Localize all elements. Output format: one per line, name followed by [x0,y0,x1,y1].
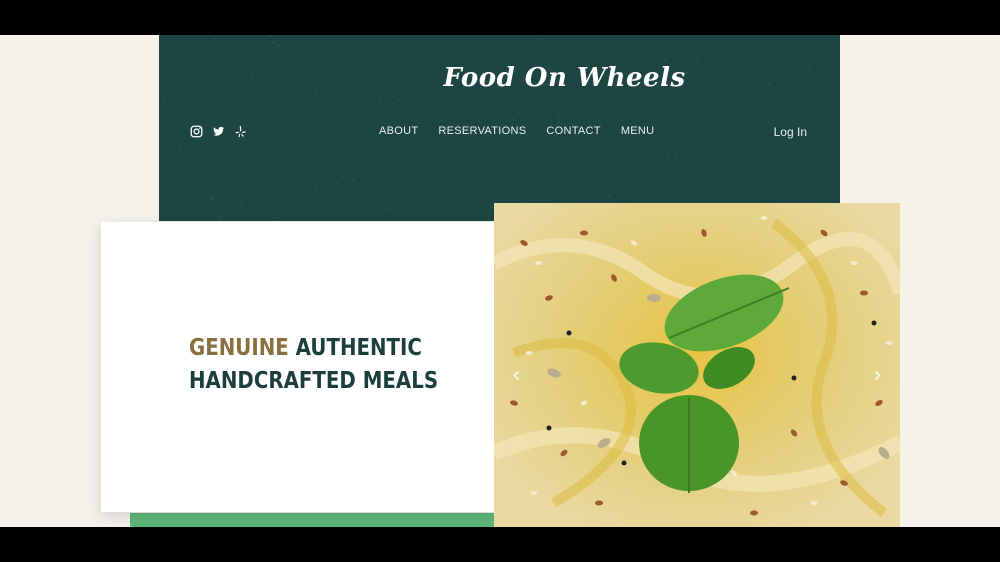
background-speck [263,177,265,179]
background-speck [664,59,666,61]
background-speck [164,174,166,176]
page: Food On Wheels ABOUT RESERVATIONS CONTAC… [0,35,1000,527]
background-speck [465,116,467,118]
background-speck [270,35,272,37]
background-speck [457,190,459,192]
letterbox-top [0,0,1000,35]
background-speck [465,51,467,53]
background-speck [639,164,641,166]
background-speck [470,213,472,215]
background-speck [606,49,608,51]
instagram-icon[interactable] [190,125,203,138]
background-speck [240,201,242,203]
background-speck [340,211,342,213]
background-speck [608,195,610,197]
background-speck [484,111,486,113]
background-speck [667,153,669,155]
login-button[interactable]: Log In [774,125,807,139]
site-logo[interactable]: Food On Wheels [159,63,840,93]
site-header: Food On Wheels ABOUT RESERVATIONS CONTAC… [159,35,840,221]
background-speck [494,44,496,46]
background-speck [524,188,526,190]
headline-word: AUTHENTIC [288,335,422,361]
slider-next-button[interactable]: › [873,363,882,388]
background-speck [492,138,494,140]
hummus-image [494,203,900,527]
yelp-icon[interactable] [234,125,247,138]
nav-item-reservations[interactable]: RESERVATIONS [438,125,526,137]
background-speck [212,197,214,199]
nav-item-about[interactable]: ABOUT [379,125,418,137]
background-speck [273,41,275,43]
background-speck [278,44,280,46]
background-speck [775,160,777,162]
background-speck [457,104,459,106]
background-speck [789,194,791,196]
background-speck [241,117,243,119]
background-speck [379,101,381,103]
background-speck [202,100,204,102]
background-speck [315,188,317,190]
background-speck [465,171,467,173]
background-speck [696,60,698,62]
twitter-icon[interactable] [212,125,225,138]
background-speck [215,47,217,49]
background-speck [536,39,538,41]
social-bar [190,125,247,138]
background-speck [274,217,276,219]
background-speck [622,154,624,156]
background-speck [497,165,499,167]
nav-item-contact[interactable]: CONTACT [546,125,600,137]
decorative-strip [130,513,496,527]
headline-accent: GENUINE [189,335,289,361]
nav-item-menu[interactable]: MENU [621,125,655,137]
background-speck [214,38,216,40]
letterbox-bottom [0,527,1000,562]
background-speck [179,146,181,148]
background-speck [433,55,435,57]
background-speck [675,155,677,157]
background-speck [341,101,343,103]
background-speck [191,111,193,113]
background-speck [808,95,810,97]
background-speck [213,206,215,208]
background-speck [349,125,351,127]
background-speck [518,112,520,114]
background-speck [244,181,246,183]
main-nav: ABOUT RESERVATIONS CONTACT MENU [379,125,674,137]
background-speck [590,188,592,190]
image-slider[interactable]: ‹ › [494,203,900,527]
background-speck [557,116,559,118]
background-speck [559,111,561,113]
background-speck [163,101,165,103]
background-speck [305,107,307,109]
hero-text-card: GENUINE AUTHENTIC HANDCRAFTED MEALS [101,222,496,512]
background-speck [558,121,560,123]
background-speck [761,111,763,113]
background-speck [388,207,390,209]
background-speck [342,176,344,178]
background-speck [646,153,648,155]
background-speck [398,99,400,101]
background-speck [321,198,323,200]
background-speck [352,179,354,181]
background-speck [469,196,471,198]
background-speck [625,171,627,173]
background-speck [530,96,532,98]
hero-headline: GENUINE AUTHENTIC HANDCRAFTED MEALS [189,332,438,398]
background-speck [219,218,221,220]
slider-prev-button[interactable]: ‹ [512,363,521,388]
headline-line2: HANDCRAFTED MEALS [189,368,439,394]
background-speck [583,50,585,52]
background-speck [569,109,571,111]
